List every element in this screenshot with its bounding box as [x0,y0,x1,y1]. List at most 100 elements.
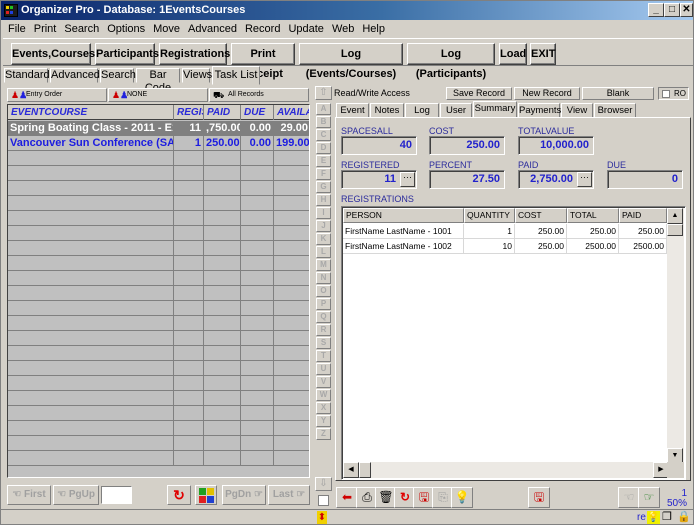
alpha-button-r[interactable]: R [316,324,331,336]
alpha-button-v[interactable]: V [316,376,331,388]
events-courses-button[interactable]: Events,Courses [11,43,95,65]
tab-payments[interactable]: Payments [518,103,561,118]
export-button[interactable]: 🖫 [528,487,550,508]
menu-file[interactable]: File [5,21,31,37]
paid-ellipsis-button[interactable]: ··· [577,172,592,187]
tab-search[interactable]: Search [100,68,136,83]
grid-row-empty[interactable] [8,271,309,286]
tab-task-list[interactable]: Task List [212,66,260,85]
due-field[interactable]: 0 [607,170,683,189]
alpha-button-o[interactable]: O [316,285,331,297]
tab-summary[interactable]: Summary [473,101,517,118]
col-paid[interactable]: PAID [204,105,241,120]
filter-button[interactable]: ♟♟ NONE [108,88,208,102]
scroll-thumb[interactable] [667,224,683,236]
alpha-button-w[interactable]: W [316,389,331,401]
totalvalue-field[interactable]: 10,000.00 [518,136,594,155]
alpha-button-p[interactable]: P [316,298,331,310]
grid-row-empty[interactable] [8,406,309,421]
col-availa[interactable]: AVAILA [274,105,309,120]
reg-col-quantity[interactable]: QUANTITY [464,208,515,223]
documents-icon[interactable]: ❐ [662,511,672,524]
registrations-button[interactable]: Registrations [159,43,230,65]
tsfo-button[interactable] [195,485,217,505]
menu-move[interactable]: Move [150,21,185,37]
alpha-button-g[interactable]: G [316,181,331,193]
grid-row[interactable]: Vancouver Sun Conference (SAI 1 250.00 0.00… [8,136,309,151]
prev-record-button[interactable]: ☜ [618,487,640,508]
tab-advanced[interactable]: Advanced [50,68,100,83]
horizontal-scrollbar[interactable]: ◀ ▶ [343,462,669,478]
record-number-input[interactable] [101,486,132,504]
alpha-button-c[interactable]: C [316,129,331,141]
ro-checkbox[interactable]: RO [658,87,689,100]
maximize-button[interactable]: □ [664,3,680,17]
scroll-up-arrow-icon[interactable]: ▲ [667,208,683,224]
grid-row-empty[interactable] [8,241,309,256]
tab-standard[interactable]: Standard [4,68,50,83]
grid-row-empty[interactable] [8,286,309,301]
pgdn-button[interactable]: PgDn ☞ [222,485,266,505]
menu-help[interactable]: Help [359,21,390,37]
grid-row-empty[interactable] [8,436,309,451]
reg-col-paid[interactable]: PAID [619,208,667,223]
grid-row-empty[interactable] [8,376,309,391]
alpha-button-a[interactable]: A [316,103,331,115]
percent-field[interactable]: 27.50 [429,170,505,189]
hscroll-thumb[interactable] [359,462,371,478]
grid-row-empty[interactable] [8,451,309,466]
grid-row-empty[interactable] [8,226,309,241]
alpha-button-j[interactable]: J [316,220,331,232]
menu-options[interactable]: Options [104,21,150,37]
sort-order-button[interactable]: ♟♟ Entry Order [7,88,107,102]
tab-log[interactable]: Log [405,103,439,118]
last-button[interactable]: Last ☞ [268,485,310,505]
vertical-scrollbar[interactable]: ▲ ▼ [667,208,684,464]
scroll-up-button[interactable]: ⇧ [315,86,332,100]
next-record-button[interactable]: ☞ [638,487,660,508]
back-button[interactable]: ⬅ [336,487,358,508]
menu-record[interactable]: Record [242,21,285,37]
alpha-button-e[interactable]: E [316,155,331,167]
tab-views[interactable]: Views [182,68,212,83]
tab-browser[interactable]: Browser [594,103,636,118]
tip-button[interactable]: 💡 [451,487,473,508]
grid-row-empty[interactable] [8,256,309,271]
first-button[interactable]: ☜ First [7,485,51,505]
alpha-button-y[interactable]: Y [316,415,331,427]
grid-row-empty[interactable] [8,211,309,226]
grid-row-empty[interactable] [8,181,309,196]
menu-print[interactable]: Print [31,21,62,37]
tab-notes[interactable]: Notes [370,103,404,118]
grid-row-empty[interactable] [8,316,309,331]
alpha-button-b[interactable]: B [316,116,331,128]
alpha-button-f[interactable]: F [316,168,331,180]
print-receipt-button[interactable]: Print Receipt [231,43,295,80]
log-participants-button[interactable]: Log (Participants) [407,43,495,80]
menu-advanced[interactable]: Advanced [185,21,242,37]
new-record-button[interactable]: New Record [514,87,580,100]
lock-icon[interactable]: 🔒 [677,511,691,524]
col-regis[interactable]: REGIS [174,105,204,120]
grid-row-empty[interactable] [8,331,309,346]
tab-event[interactable]: Event [336,103,369,118]
minimize-button[interactable]: _ [648,3,664,17]
pgup-button[interactable]: ☜ PgUp [53,485,99,505]
blank-button[interactable]: Blank [582,87,654,100]
tab-user[interactable]: User [440,103,472,118]
spacesall-field[interactable]: 40 [341,136,417,155]
select-checkbox[interactable] [318,495,329,506]
grid-row-empty[interactable] [8,166,309,181]
tab-bar-code[interactable]: Bar Code [136,68,180,94]
col-eventcourse[interactable]: EVENTCOURSE [8,105,174,120]
alpha-button-x[interactable]: X [316,402,331,414]
reg-col-cost[interactable]: COST [515,208,567,223]
log-events-courses-button[interactable]: Log (Events/Courses) [299,43,403,80]
registered-ellipsis-button[interactable]: ··· [400,172,415,187]
alpha-button-l[interactable]: L [316,246,331,258]
tab-view[interactable]: View [561,103,593,118]
alpha-button-m[interactable]: M [316,259,331,271]
resize-arrows-icon[interactable]: ⬍ [317,511,327,524]
alpha-button-h[interactable]: H [316,194,331,206]
grid-row-empty[interactable] [8,301,309,316]
